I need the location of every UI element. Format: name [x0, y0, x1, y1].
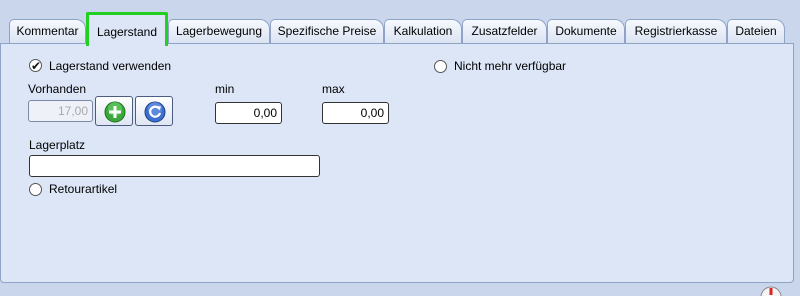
plus-icon — [104, 101, 126, 123]
partial-status-icon — [760, 286, 782, 296]
refresh-icon — [144, 101, 166, 123]
use-stock-label: Lagerstand verwenden — [49, 59, 172, 73]
tab-spezifische-preise[interactable]: Spezifische Preise — [270, 19, 384, 43]
tab-lagerstand[interactable]: Lagerstand — [86, 12, 168, 46]
max-label: max — [322, 82, 345, 96]
max-field[interactable]: 0,00 — [322, 102, 389, 124]
tab-zusatzfelder[interactable]: Zusatzfelder — [462, 19, 547, 43]
available-label: Vorhanden — [28, 82, 87, 96]
min-label: min — [215, 82, 235, 96]
tab-strip: Kommentar Lagerstand Lagerbewegung Spezi… — [0, 0, 800, 46]
not-available-checkbox[interactable] — [434, 60, 447, 73]
check-mark-icon: ✔ — [31, 59, 42, 73]
refresh-stock-button[interactable] — [135, 96, 173, 126]
tab-registrierkasse[interactable]: Registrierkasse — [625, 19, 727, 43]
tab-lagerbewegung[interactable]: Lagerbewegung — [168, 19, 270, 43]
return-item-label: Retourartikel — [49, 182, 118, 196]
available-field[interactable]: 17,00 — [28, 100, 93, 122]
location-label: Lagerplatz — [29, 138, 86, 152]
not-available-label: Nicht mehr verfügbar — [454, 59, 567, 73]
tab-dokumente[interactable]: Dokumente — [547, 19, 625, 43]
lagerstand-panel: ✔ Lagerstand verwenden Nicht mehr verfüg… — [0, 43, 794, 283]
tab-dateien[interactable]: Dateien — [727, 19, 785, 43]
location-field[interactable] — [29, 155, 320, 177]
min-field[interactable]: 0,00 — [215, 102, 282, 124]
return-item-checkbox[interactable] — [29, 183, 42, 196]
tab-kommentar[interactable]: Kommentar — [9, 19, 86, 43]
use-stock-checkbox[interactable]: ✔ — [29, 59, 42, 72]
tab-kalkulation[interactable]: Kalkulation — [384, 19, 462, 43]
add-stock-button[interactable] — [95, 96, 133, 126]
